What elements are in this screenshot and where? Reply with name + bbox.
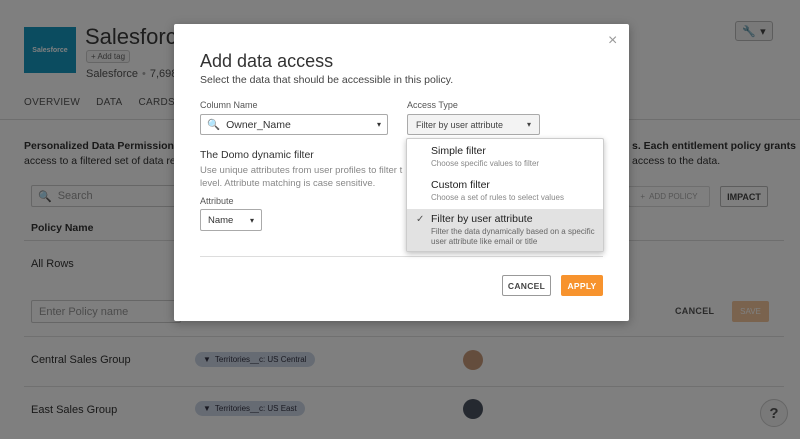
- close-icon[interactable]: ×: [608, 32, 617, 50]
- dynamic-filter-title: The Domo dynamic filter: [200, 149, 314, 161]
- cancel-button[interactable]: CANCEL: [502, 275, 551, 296]
- option-filter-by-user-attribute[interactable]: ✓ Filter by user attribute Filter the da…: [407, 209, 603, 251]
- dynamic-filter-description: Use unique attributes from user profiles…: [200, 164, 405, 190]
- dialog-title: Add data access: [200, 51, 334, 71]
- access-type-select[interactable]: Filter by user attribute ▾: [407, 114, 540, 135]
- attribute-select[interactable]: Name ▾: [200, 209, 262, 231]
- option-title: Filter by user attribute: [431, 213, 533, 225]
- option-description: Choose specific values to filter: [431, 159, 540, 168]
- apply-button[interactable]: APPLY: [561, 275, 603, 296]
- column-name-select[interactable]: 🔍 Owner_Name ▾: [200, 114, 388, 135]
- dynamic-desc-line1: Use unique attributes from user profiles…: [200, 165, 403, 176]
- chevron-down-icon: ▾: [249, 215, 254, 225]
- access-type-value: Filter by user attribute: [416, 119, 504, 130]
- option-title: Custom filter: [431, 179, 490, 191]
- column-name-value: Owner_Name: [226, 118, 291, 131]
- access-type-dropdown: Simple filter Choose specific values to …: [406, 138, 604, 252]
- attribute-label: Attribute: [200, 196, 234, 206]
- option-description: Filter the data dynamically based on a s…: [431, 227, 595, 246]
- dialog-divider: [200, 256, 603, 257]
- chevron-down-icon: ▾: [526, 120, 531, 129]
- access-type-label: Access Type: [407, 100, 458, 110]
- dynamic-desc-line2: level. Attribute matching is case sensit…: [200, 178, 376, 189]
- search-icon: 🔍: [207, 119, 221, 131]
- option-description: Choose a set of rules to select values: [431, 193, 564, 202]
- column-name-label: Column Name: [200, 100, 258, 110]
- attribute-value: Name: [208, 214, 234, 226]
- option-custom-filter[interactable]: Custom filter Choose a set of rules to s…: [407, 179, 603, 209]
- chevron-down-icon: ▾: [376, 120, 381, 129]
- dialog-subtitle: Select the data that should be accessibl…: [200, 74, 454, 86]
- checkmark-icon: ✓: [416, 214, 425, 225]
- option-simple-filter[interactable]: Simple filter Choose specific values to …: [407, 145, 603, 175]
- option-title: Simple filter: [431, 145, 486, 157]
